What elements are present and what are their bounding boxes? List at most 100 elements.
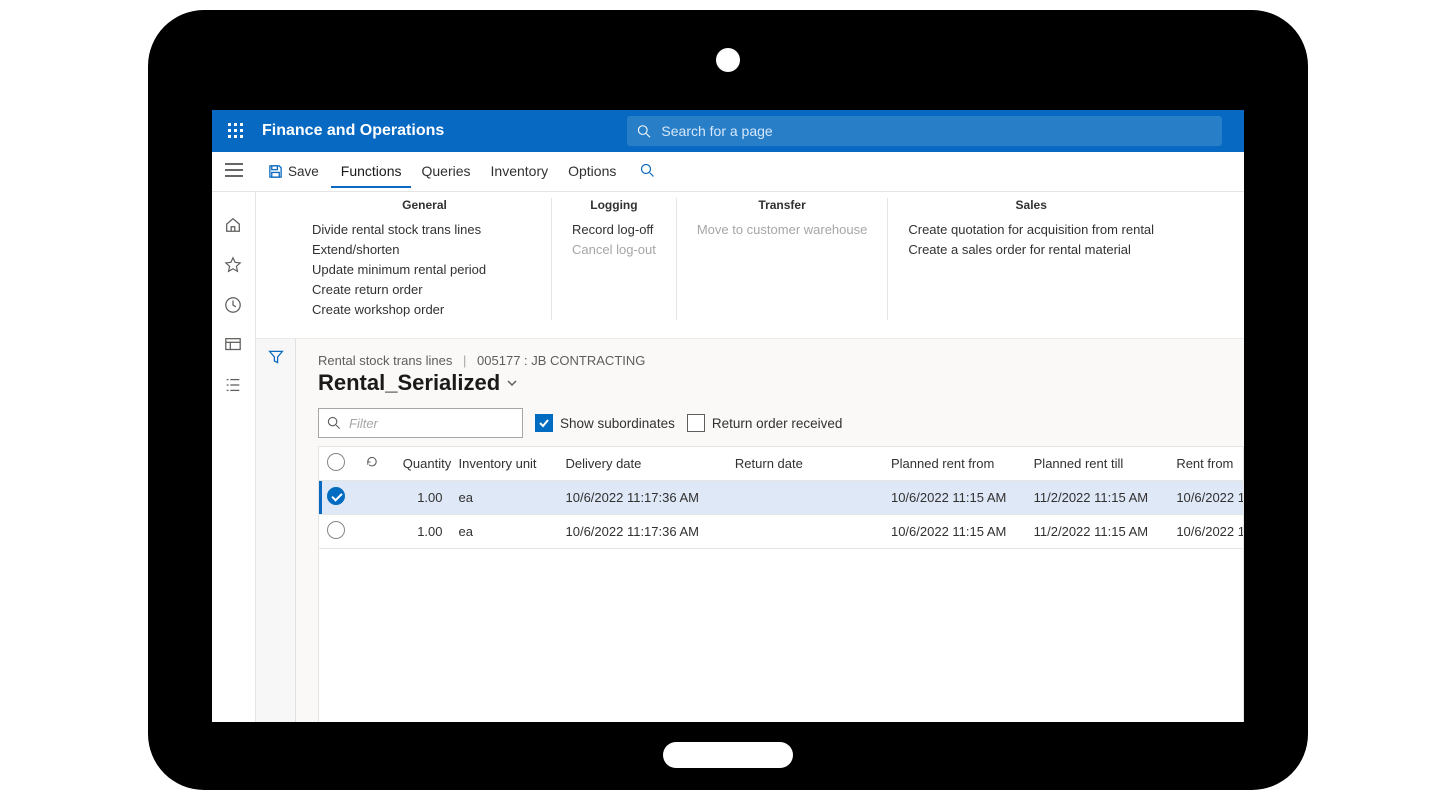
page-title[interactable]: Rental_Serialized bbox=[318, 370, 1244, 396]
tab-options[interactable]: Options bbox=[558, 155, 626, 188]
cmd-create-return-order[interactable]: Create return order bbox=[312, 280, 537, 300]
cell-rfrom[interactable]: 10/6/2022 11:17 AM bbox=[1168, 515, 1244, 549]
cell-unit[interactable]: ea bbox=[451, 481, 558, 515]
tab-queries[interactable]: Queries bbox=[411, 155, 480, 188]
cell-quantity[interactable]: 1.00 bbox=[395, 481, 451, 515]
col-quantity[interactable]: Quantity bbox=[395, 447, 451, 481]
nav-recents[interactable] bbox=[224, 296, 244, 316]
modules-icon bbox=[224, 376, 242, 394]
clock-icon bbox=[224, 296, 242, 314]
checkbox-icon bbox=[687, 414, 705, 432]
checkbox-label: Return order received bbox=[712, 416, 843, 431]
data-grid: Quantity Inventory unit Delivery date Re… bbox=[319, 447, 1244, 549]
checkbox-label: Show subordinates bbox=[560, 416, 675, 431]
cell-refresh bbox=[357, 481, 395, 515]
cell-unit[interactable]: ea bbox=[451, 515, 558, 549]
cmd-record-log-off[interactable]: Record log-off bbox=[572, 220, 656, 240]
nav-expand-button[interactable] bbox=[225, 163, 243, 180]
cell-pfrom[interactable]: 10/6/2022 11:15 AM bbox=[883, 481, 1026, 515]
search-icon bbox=[640, 163, 655, 178]
app-screen: Finance and Operations Save Fu bbox=[212, 110, 1244, 722]
ribbon-group-general: General Divide rental stock trans lines … bbox=[256, 198, 552, 320]
filter-pane-toggle[interactable] bbox=[268, 349, 284, 368]
search-input[interactable] bbox=[659, 122, 1212, 140]
ribbon-group-header: Logging bbox=[572, 198, 656, 212]
cell-quantity[interactable]: 1.00 bbox=[395, 515, 451, 549]
global-search[interactable] bbox=[627, 116, 1222, 146]
cmd-create-workshop-order[interactable]: Create workshop order bbox=[312, 300, 537, 320]
cell-select[interactable] bbox=[319, 481, 357, 515]
cmd-divide-rental-stock[interactable]: Divide rental stock trans lines bbox=[312, 220, 537, 240]
breadcrumb-item[interactable]: Rental stock trans lines bbox=[318, 353, 452, 368]
cell-pfrom[interactable]: 10/6/2022 11:15 AM bbox=[883, 515, 1026, 549]
col-refresh[interactable] bbox=[357, 447, 395, 481]
camera-dot bbox=[716, 48, 740, 72]
actionbar-search-button[interactable] bbox=[640, 163, 655, 181]
tab-inventory[interactable]: Inventory bbox=[481, 155, 559, 188]
ribbon-group-header: General bbox=[312, 198, 537, 212]
checkbox-show-subordinates[interactable]: Show subordinates bbox=[535, 414, 675, 432]
chevron-down-icon bbox=[506, 377, 518, 389]
col-planned-rent-till[interactable]: Planned rent till bbox=[1026, 447, 1169, 481]
tab-functions[interactable]: Functions bbox=[331, 155, 412, 188]
cell-select[interactable] bbox=[319, 515, 357, 549]
col-return-date[interactable]: Return date bbox=[727, 447, 883, 481]
hamburger-icon bbox=[225, 163, 243, 177]
quick-filter[interactable] bbox=[318, 408, 523, 438]
nav-modules[interactable] bbox=[224, 376, 244, 396]
cmd-extend-shorten[interactable]: Extend/shorten bbox=[312, 240, 537, 260]
breadcrumb: Rental stock trans lines | 005177 : JB C… bbox=[318, 353, 1244, 368]
cell-ptill[interactable]: 11/2/2022 11:15 AM bbox=[1026, 515, 1169, 549]
checkbox-return-order-received[interactable]: Return order received bbox=[687, 414, 843, 432]
breadcrumb-item: 005177 : JB CONTRACTING bbox=[477, 353, 645, 368]
col-inventory-unit[interactable]: Inventory unit bbox=[451, 447, 558, 481]
ribbon-group-sales: Sales Create quotation for acquisition f… bbox=[888, 198, 1174, 320]
search-icon bbox=[327, 416, 341, 430]
action-bar: Save Functions Queries Inventory Options bbox=[212, 152, 1244, 192]
save-label: Save bbox=[288, 164, 319, 179]
nav-home[interactable] bbox=[224, 216, 244, 236]
cmd-cancel-log-out: Cancel log-out bbox=[572, 240, 656, 260]
col-rent-from[interactable]: Rent from bbox=[1168, 447, 1244, 481]
table-row[interactable]: 1.00ea10/6/2022 11:17:36 AM 10/6/2022 11:… bbox=[319, 481, 1244, 515]
nav-workspaces[interactable] bbox=[224, 336, 244, 356]
cmd-update-min-rental[interactable]: Update minimum rental period bbox=[312, 260, 537, 280]
global-search-container bbox=[627, 116, 1222, 146]
grid-header-row: Quantity Inventory unit Delivery date Re… bbox=[319, 447, 1244, 481]
ribbon-group-header: Transfer bbox=[697, 198, 868, 212]
cell-delivery[interactable]: 10/6/2022 11:17:36 AM bbox=[558, 515, 727, 549]
col-planned-rent-from[interactable]: Planned rent from bbox=[883, 447, 1026, 481]
cmd-create-quotation[interactable]: Create quotation for acquisition from re… bbox=[908, 220, 1154, 240]
workspace-icon bbox=[224, 336, 242, 354]
cell-ptill[interactable]: 11/2/2022 11:15 AM bbox=[1026, 481, 1169, 515]
home-indicator bbox=[663, 742, 793, 768]
home-icon bbox=[224, 216, 242, 234]
refresh-icon bbox=[365, 455, 379, 469]
filter-input[interactable] bbox=[347, 415, 514, 432]
breadcrumb-separator: | bbox=[463, 353, 466, 368]
filter-row: Show subordinates Return order received bbox=[318, 408, 1244, 438]
search-icon bbox=[637, 124, 651, 139]
ribbon-group-header: Sales bbox=[908, 198, 1154, 212]
cell-return[interactable] bbox=[727, 515, 883, 549]
cmd-create-sales-order[interactable]: Create a sales order for rental material bbox=[908, 240, 1154, 260]
nav-favorites[interactable] bbox=[224, 256, 244, 276]
cell-delivery[interactable]: 10/6/2022 11:17:36 AM bbox=[558, 481, 727, 515]
tablet-frame: Finance and Operations Save Fu bbox=[148, 10, 1308, 790]
cell-rfrom[interactable]: 10/6/2022 11:17 AM bbox=[1168, 481, 1244, 515]
save-icon bbox=[268, 164, 283, 179]
cell-return[interactable] bbox=[727, 481, 883, 515]
nav-rail bbox=[212, 192, 256, 722]
top-bar: Finance and Operations bbox=[212, 110, 1244, 152]
col-select-all[interactable] bbox=[319, 447, 357, 481]
app-launcher-button[interactable] bbox=[220, 115, 252, 147]
ribbon-group-logging: Logging Record log-off Cancel log-out bbox=[552, 198, 677, 320]
functions-ribbon: General Divide rental stock trans lines … bbox=[256, 192, 1244, 338]
content-area: Rental stock trans lines | 005177 : JB C… bbox=[296, 339, 1244, 722]
grid-container: Quantity Inventory unit Delivery date Re… bbox=[318, 446, 1244, 722]
col-delivery-date[interactable]: Delivery date bbox=[558, 447, 727, 481]
page-title-text: Rental_Serialized bbox=[318, 370, 500, 396]
table-row[interactable]: 1.00ea10/6/2022 11:17:36 AM 10/6/2022 11:… bbox=[319, 515, 1244, 549]
cmd-move-to-customer-warehouse: Move to customer warehouse bbox=[697, 220, 868, 240]
save-button[interactable]: Save bbox=[256, 158, 331, 185]
